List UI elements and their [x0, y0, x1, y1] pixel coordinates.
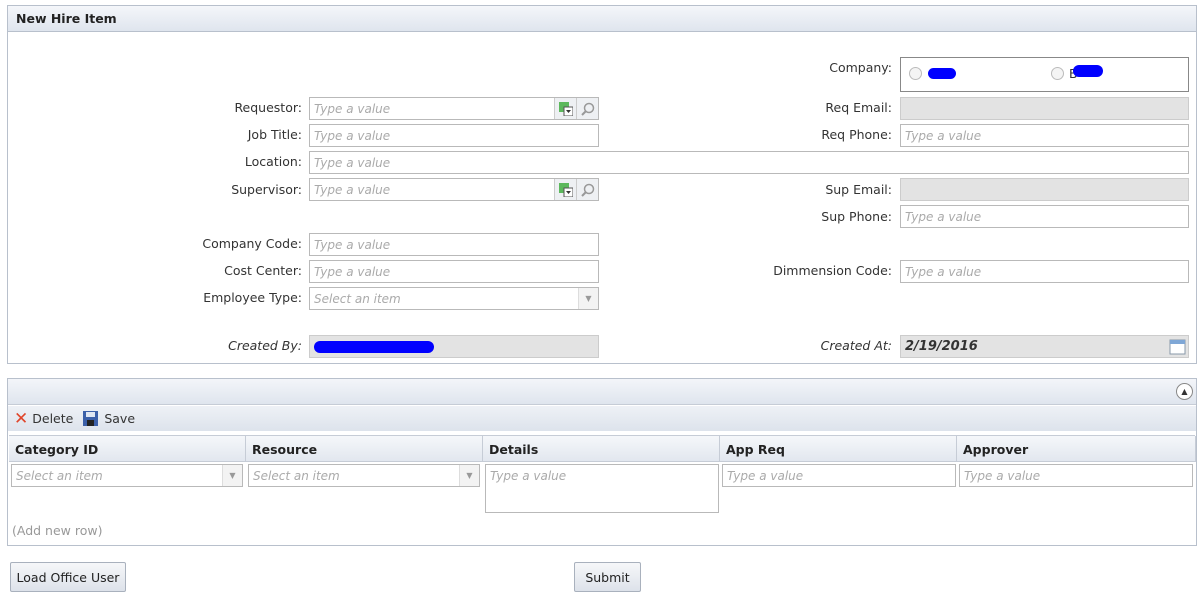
supervisor-search-icon[interactable]: [576, 179, 598, 200]
column-approver[interactable]: Approver: [957, 436, 1196, 462]
calendar-icon[interactable]: [1169, 338, 1186, 355]
req-phone-input[interactable]: Type a value: [900, 124, 1189, 147]
items-grid-panel: ▲ ✕ Delete Save Category ID Resource Deta…: [7, 378, 1197, 546]
add-new-row-link[interactable]: (Add new row): [12, 523, 102, 538]
employee-type-placeholder: Select an item: [314, 292, 401, 306]
grid-panel-header: ▲: [8, 379, 1196, 405]
job-title-input[interactable]: Type a value: [309, 124, 599, 147]
company-code-label: Company Code:: [202, 236, 302, 251]
company-radio-2[interactable]: [1051, 67, 1064, 80]
column-details[interactable]: Details: [483, 436, 720, 462]
requestor-buttons: [554, 98, 598, 119]
panel-title: New Hire Item: [8, 6, 1196, 32]
location-input[interactable]: Type a value: [309, 151, 1189, 174]
resource-placeholder: Select an item: [253, 469, 340, 483]
submit-button[interactable]: Submit: [574, 562, 641, 592]
requestor-dropdown-icon[interactable]: [554, 98, 576, 119]
created-by-field: [309, 335, 599, 358]
created-by-label: Created By:: [228, 338, 302, 353]
redacted-created-by: [314, 341, 434, 353]
column-resource[interactable]: Resource: [246, 436, 483, 462]
company-label: Company:: [829, 60, 892, 75]
created-at-field: 2/19/2016: [900, 335, 1189, 358]
details-textarea[interactable]: Type a value: [485, 464, 719, 513]
cost-center-label: Cost Center:: [224, 263, 302, 278]
approver-input[interactable]: Type a value: [959, 464, 1193, 487]
sup-email-field: [900, 178, 1189, 201]
dimension-code-input[interactable]: Type a value: [900, 260, 1189, 283]
floppy-disk-icon: [83, 411, 99, 426]
delete-label: Delete: [32, 411, 74, 426]
column-category-id[interactable]: Category ID: [9, 436, 246, 462]
created-at-value: 2/19/2016: [905, 339, 978, 354]
redacted-company-2: [1073, 65, 1103, 77]
grid-header-row: Category ID Resource Details App Req App…: [9, 435, 1196, 462]
sup-phone-label: Sup Phone:: [821, 209, 892, 224]
requestor-search-icon[interactable]: [576, 98, 598, 119]
category-id-select[interactable]: Select an item ▼: [11, 464, 243, 487]
app-req-input[interactable]: Type a value: [722, 464, 956, 487]
sup-email-label: Sup Email:: [825, 182, 892, 197]
collapse-button[interactable]: ▲: [1176, 383, 1193, 400]
sup-phone-input[interactable]: Type a value: [900, 205, 1189, 228]
req-email-field: [900, 97, 1189, 120]
company-radio-1[interactable]: [909, 67, 922, 80]
req-phone-label: Req Phone:: [821, 127, 892, 142]
delete-button[interactable]: ✕ Delete: [14, 409, 73, 429]
grid-toolbar: ✕ Delete Save: [8, 406, 1196, 431]
company-code-input[interactable]: Type a value: [309, 233, 599, 256]
save-button[interactable]: Save: [83, 411, 135, 426]
dimension-code-label: Dimmension Code:: [773, 263, 892, 278]
column-app-req[interactable]: App Req: [720, 436, 957, 462]
chevron-down-icon[interactable]: ▼: [578, 288, 598, 309]
redacted-company-1: [928, 68, 956, 79]
load-office-user-button[interactable]: Load Office User: [10, 562, 126, 592]
job-title-label: Job Title:: [247, 127, 302, 142]
category-placeholder: Select an item: [16, 469, 103, 483]
created-at-label: Created At:: [820, 338, 892, 353]
resource-select[interactable]: Select an item ▼: [248, 464, 480, 487]
requestor-label: Requestor:: [234, 100, 302, 115]
req-email-label: Req Email:: [825, 100, 892, 115]
chevron-down-icon[interactable]: ▼: [459, 465, 479, 486]
supervisor-label: Supervisor:: [231, 182, 302, 197]
employee-type-label: Employee Type:: [203, 290, 302, 305]
company-radio-group: B: [900, 57, 1189, 92]
delete-x-icon: ✕: [14, 408, 29, 429]
save-label: Save: [104, 411, 136, 426]
location-label: Location:: [244, 154, 302, 169]
employee-type-select[interactable]: Select an item ▼: [309, 287, 599, 310]
chevron-down-icon[interactable]: ▼: [222, 465, 242, 486]
supervisor-buttons: [554, 179, 598, 200]
supervisor-dropdown-icon[interactable]: [554, 179, 576, 200]
cost-center-input[interactable]: Type a value: [309, 260, 599, 283]
